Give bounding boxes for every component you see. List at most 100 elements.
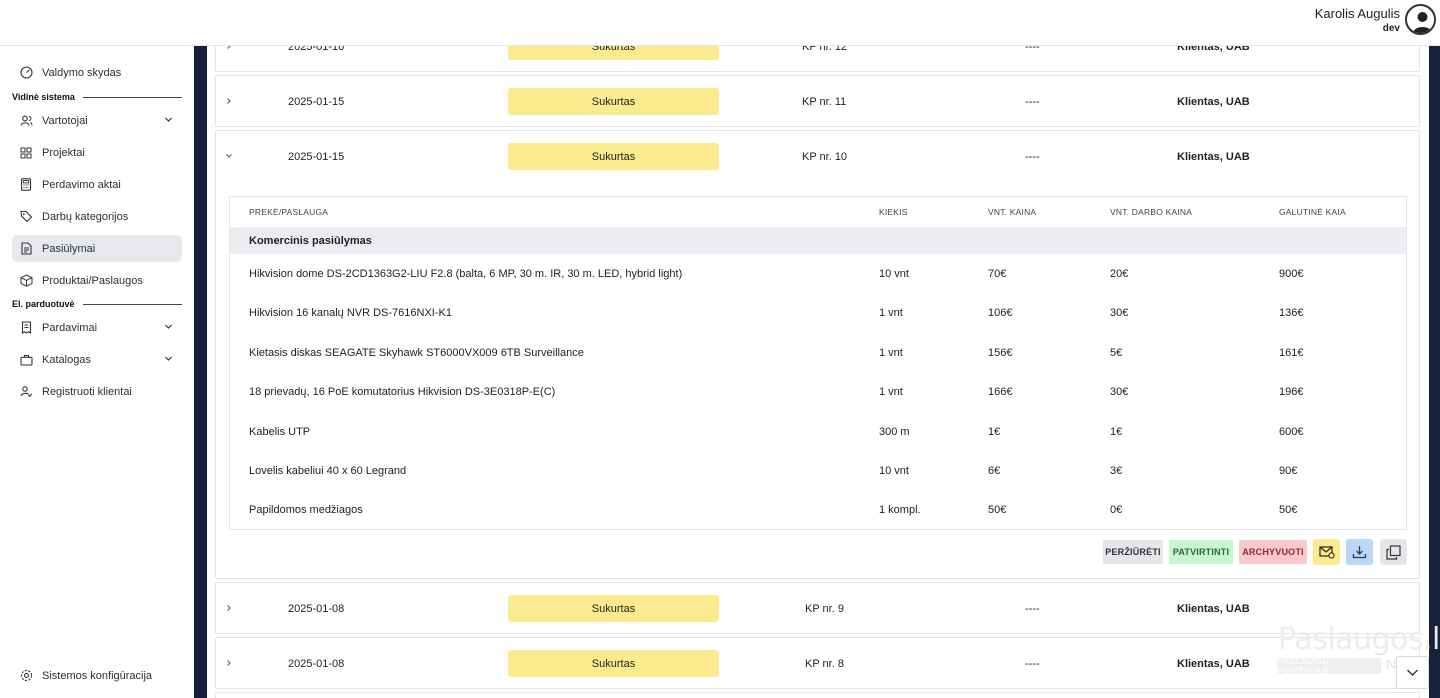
offer-number: KP nr. 11 [802,96,847,108]
status-badge: Sukurtas [508,595,719,622]
offers-list: 2025-01-16 Sukurtas KP nr. 12 ---- Klien… [207,46,1429,698]
item-name: Papildomos medžiagos [249,503,363,516]
section-internal: Vidinė sistema [12,92,182,102]
item-unit-price: 50€ [988,503,1007,516]
users-icon [19,114,33,128]
item-unit-price: 6€ [988,464,1001,477]
sidebar-item-projects[interactable]: Projektai [12,139,182,166]
item-qty: 300 m [879,425,910,438]
offer-dash: ---- [1025,46,1040,53]
item-total: 90€ [1279,464,1298,477]
item-labor-price: 3€ [1110,464,1123,477]
status-badge: Sukurtas [508,46,719,60]
offer-row-expanded[interactable]: 2025-01-15 Sukurtas KP nr. 10 ---- Klien… [215,130,1420,579]
section-shop: El. parduotuvė [12,299,182,309]
chevron-down-icon[interactable] [224,151,234,161]
avatar[interactable] [1405,4,1436,35]
offer-row[interactable]: 2025-01-08 Sukurtas KP nr. 8 ---- Klient… [215,637,1420,689]
item-total: 136€ [1279,306,1304,319]
offer-row[interactable]: 2025-01-16 Sukurtas KP nr. 12 ---- Klien… [215,46,1420,72]
item-name: 18 prievadų, 16 PoE komutatorius Hikvisi… [249,385,556,398]
status-badge: Sukurtas [508,88,719,115]
download-button[interactable] [1346,539,1373,565]
offer-row[interactable] [215,692,1420,698]
item-labor-price: 1€ [1110,425,1123,438]
item-labor-price: 20€ [1110,267,1129,280]
chevron-down-icon [164,354,173,366]
item-qty: 10 vnt [879,464,909,477]
user-info[interactable]: Karolis Augulis dev [1315,6,1400,34]
user-check-icon [19,385,33,399]
item-name: Hikvision 16 kanalų NVR DS-7616NXI-K1 [249,306,452,319]
offer-row[interactable]: 2025-01-08 Sukurtas KP nr. 9 ---- Klient… [215,582,1420,634]
item-unit-price: 106€ [988,306,1013,319]
offer-number: KP nr. 10 [802,151,848,163]
offer-number: KP nr. 9 [805,603,844,615]
sidebar-item-offers[interactable]: Pasiūlymai [12,235,182,262]
briefcase-icon [19,353,33,367]
item-total: 196€ [1279,385,1304,398]
chevron-down-icon [1407,669,1418,676]
calculator-icon [19,178,33,192]
watermark-subtitle: PASLAUGŲ PORTALAS [1277,656,1381,676]
duplicate-button[interactable] [1380,539,1407,565]
sidebar-item-system-config[interactable]: Sistemos konfigūracija [12,662,182,689]
archive-button[interactable]: ARCHYVUOTI [1239,540,1307,564]
sidebar-item-label: Produktai/Paslaugos [42,274,143,287]
receipt-icon [19,321,33,335]
offer-date: 2025-01-16 [288,46,345,53]
sidebar-item-handover[interactable]: Perdavimo aktai [12,171,182,198]
chevron-right-icon[interactable] [224,46,234,51]
sidebar-item-dashboard[interactable]: Valdymo skydas [12,59,182,86]
offer-row[interactable]: 2025-01-15 Sukurtas KP nr. 11 ---- Klien… [215,75,1420,127]
status-badge: Sukurtas [508,143,719,170]
sidebar-item-registered-clients[interactable]: Registruoti klientai [12,378,182,405]
table-row: Lovelis kabeliui 40 x 60 Legrand 10 vnt … [230,451,1406,490]
sidebar-item-label: Pasiūlymai [42,242,96,255]
item-labor-price: 30€ [1110,306,1129,319]
sidebar-item-products[interactable]: Produktai/Paslaugos [12,267,182,294]
confirm-button[interactable]: PATVIRTINTI [1169,540,1233,564]
sidebar-item-label: Sistemos konfigūracija [42,669,153,682]
watermark-title: Paslaugos.lt [1278,622,1440,657]
column-header: KIEKIS [879,207,908,217]
offer-client: Klientas, UAB [1177,96,1250,108]
offer-dash: ---- [1025,151,1040,163]
item-qty: 1 vnt [879,385,903,398]
chevron-right-icon[interactable] [224,96,234,106]
table-row: Hikvision dome DS-2CD1363G2-LIU F2.8 (ba… [230,254,1406,293]
user-icon [1413,12,1432,33]
chevron-right-icon[interactable] [224,603,234,613]
offer-client: Klientas, UAB [1177,46,1250,53]
scroll-down-button[interactable] [1396,656,1429,689]
sidebar-divider [194,46,207,698]
item-name: Hikvision dome DS-2CD1363G2-LIU F2.8 (ba… [249,267,683,280]
offer-dash: ---- [1025,603,1040,615]
user-name: Karolis Augulis [1314,6,1400,21]
offer-number: KP nr. 12 [802,46,848,53]
item-unit-price: 166€ [988,385,1013,398]
chevron-right-icon[interactable] [224,658,234,668]
download-icon [1352,546,1367,559]
send-email-button[interactable] [1313,539,1340,565]
offer-date: 2025-01-08 [288,603,345,615]
sidebar-item-users[interactable]: Vartotojai [12,107,182,134]
item-qty: 1 vnt [879,306,903,319]
sidebar-item-label: Darbų kategorijos [42,210,129,223]
sidebar-item-sales[interactable]: Pardavimai [12,314,182,341]
sidebar-item-work-categories[interactable]: Darbų kategorijos [12,203,182,230]
item-name: Lovelis kabeliui 40 x 60 Legrand [249,464,407,477]
view-button[interactable]: PERŽIŪRĖTI [1103,540,1163,564]
dashboard-icon [19,66,33,80]
offer-client: Klientas, UAB [1177,603,1250,615]
tags-icon [19,210,33,224]
sidebar-item-catalog[interactable]: Katalogas [12,346,182,373]
chevron-down-icon [164,115,173,127]
table-row: 18 prievadų, 16 PoE komutatorius Hikvisi… [230,372,1406,411]
item-total: 900€ [1279,267,1304,280]
sidebar-item-label: Perdavimo aktai [42,178,121,191]
offer-dash: ---- [1025,96,1040,108]
column-header: PREKĖ/PASLAUGA [249,207,329,217]
offer-items-table: PREKĖ/PASLAUGA KIEKIS VNT. KAINA VNT. DA… [229,196,1407,530]
sidebar-item-label: Vartotojai [42,114,88,127]
